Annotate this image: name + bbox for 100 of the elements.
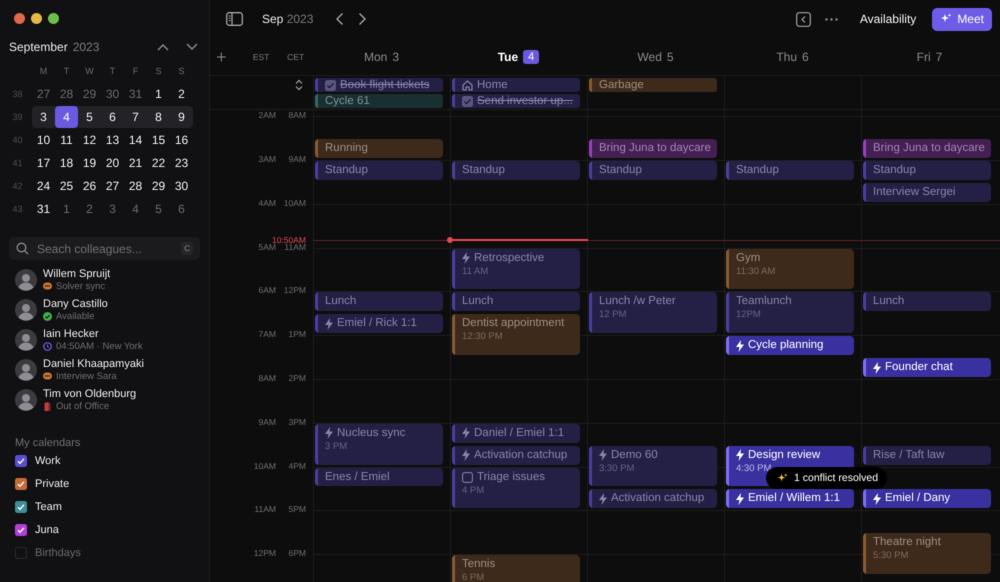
- calendar-event[interactable]: Standup: [726, 160, 854, 180]
- colleague-name[interactable]: Daniel Khaapamyaki: [43, 358, 144, 370]
- calendar-day[interactable]: 29: [147, 174, 170, 196]
- calendar-day[interactable]: 11: [55, 128, 78, 150]
- calendar-day[interactable]: 9: [170, 106, 193, 128]
- calendar-event[interactable]: Founder chat: [863, 358, 991, 377]
- colleague-name[interactable]: Willem Spruijt: [43, 268, 110, 280]
- weekday-label[interactable]: Mon: [364, 50, 388, 64]
- search-bar[interactable]: Seach colleagues... C: [9, 237, 200, 260]
- calendar-day[interactable]: 18: [55, 152, 78, 174]
- calendar-day[interactable]: 1: [55, 198, 78, 220]
- calendar-day[interactable]: 31: [124, 82, 147, 104]
- weekday-label[interactable]: Wed: [637, 50, 662, 64]
- calendar-day[interactable]: 27: [101, 174, 124, 196]
- calendar-event[interactable]: Theatre night 5:30 PM: [863, 533, 991, 574]
- calendar-event[interactable]: Rise / Taft law: [863, 446, 991, 465]
- calendar-event[interactable]: Lunch: [863, 292, 991, 312]
- calendar-day[interactable]: 3: [32, 106, 55, 128]
- calendar-day[interactable]: 8: [147, 106, 170, 128]
- weekday-label[interactable]: Thu: [776, 50, 797, 64]
- colleague-name[interactable]: Dany Castillo: [43, 298, 108, 310]
- calendar-event[interactable]: Retrospective 11 AM: [452, 248, 580, 290]
- more-icon[interactable]: [824, 18, 838, 20]
- colleague-name[interactable]: Iain Hecker: [43, 328, 143, 340]
- calendar-checkbox[interactable]: [15, 500, 27, 512]
- calendar-day[interactable]: 29: [78, 82, 101, 104]
- calendar-event[interactable]: Activation catchup: [452, 446, 580, 465]
- calendar-event[interactable]: Daniel / Emiel 1:1: [452, 424, 580, 443]
- close-window-button[interactable]: [14, 13, 25, 24]
- add-icon[interactable]: [217, 52, 226, 62]
- calendar-event[interactable]: Teamlunch 12PM: [726, 292, 854, 334]
- calendar-day[interactable]: 1: [147, 82, 170, 104]
- calendar-day[interactable]: 28: [55, 82, 78, 104]
- calendar-event[interactable]: Activation catchup: [589, 489, 717, 508]
- calendar-day[interactable]: 10: [32, 128, 55, 150]
- calendar-checkbox[interactable]: [15, 454, 27, 466]
- calendar-day[interactable]: 25: [55, 174, 78, 196]
- date-label[interactable]: 5: [666, 50, 674, 64]
- calendar-event[interactable]: Lunch: [315, 292, 443, 312]
- calendar-event[interactable]: Lunch: [452, 292, 580, 312]
- calendar-event[interactable]: Demo 60 3:30 PM: [589, 446, 717, 486]
- date-badge[interactable]: 4: [523, 50, 540, 64]
- calendar-event[interactable]: Nucleus sync 3 PM: [315, 424, 443, 465]
- calendar-checkbox[interactable]: [15, 478, 27, 490]
- calendar-day[interactable]: 17: [32, 152, 55, 174]
- availability-button[interactable]: Availability: [854, 8, 922, 30]
- all-day-event[interactable]: Garbage: [589, 78, 717, 92]
- calendar-event[interactable]: Standup: [589, 160, 717, 180]
- calendar-event[interactable]: Triage issues 4 PM: [452, 468, 580, 508]
- calendar-event[interactable]: Emiel / Dany: [863, 489, 991, 508]
- chevron-up-icon[interactable]: [157, 43, 169, 51]
- calendar-day[interactable]: 27: [32, 82, 55, 104]
- calendar-event[interactable]: Bring Juna to daycare: [589, 139, 717, 158]
- calendar-day[interactable]: 5: [147, 198, 170, 220]
- calendar-event[interactable]: Standup: [452, 160, 580, 180]
- checkbox-icon[interactable]: [462, 472, 473, 483]
- weekday-label[interactable]: Tue: [498, 50, 518, 64]
- checked-box-icon[interactable]: [462, 96, 473, 106]
- calendar-checkbox[interactable]: [15, 524, 27, 536]
- calendar-day[interactable]: 21: [124, 152, 147, 174]
- calendar-checkbox[interactable]: [15, 546, 27, 558]
- chevron-down-icon[interactable]: [186, 43, 198, 51]
- date-label[interactable]: 7: [936, 50, 942, 64]
- calendar-event[interactable]: Gym 11:30 AM: [726, 248, 854, 290]
- calendar-day[interactable]: 5: [78, 106, 101, 128]
- minimize-window-button[interactable]: [31, 13, 42, 24]
- calendar-event[interactable]: Dentist appointment 12:30 PM: [452, 314, 580, 356]
- calendar-day[interactable]: 2: [78, 198, 101, 220]
- calendar-event[interactable]: Standup: [863, 160, 991, 180]
- calendar-day[interactable]: 30: [170, 174, 193, 196]
- calendar-day[interactable]: 28: [124, 174, 147, 196]
- all-day-event[interactable]: Send investor up...: [452, 94, 580, 108]
- checked-box-icon[interactable]: [325, 80, 336, 90]
- calendar-day[interactable]: 30: [101, 82, 124, 104]
- calendar-day[interactable]: 14: [124, 128, 147, 150]
- calendar-day[interactable]: 23: [170, 152, 193, 174]
- calendar-day[interactable]: 4: [124, 198, 147, 220]
- sidebar-toggle-icon[interactable]: [226, 12, 243, 26]
- calendar-event[interactable]: Lunch /w Peter 12 PM: [589, 292, 717, 334]
- all-day-event[interactable]: Cycle 61: [315, 94, 443, 108]
- calendar-day[interactable]: 3: [101, 198, 124, 220]
- search-input[interactable]: Seach colleagues...: [37, 242, 174, 256]
- next-icon[interactable]: [358, 12, 368, 26]
- date-label[interactable]: 3: [392, 50, 400, 64]
- calendar-day[interactable]: 12: [78, 128, 101, 150]
- calendar-event[interactable]: Tennis 6 PM: [452, 555, 580, 582]
- calendar-event[interactable]: Cycle planning: [726, 336, 854, 356]
- all-day-event[interactable]: Book flight tickets: [315, 78, 443, 92]
- all-day-event[interactable]: Home: [452, 78, 580, 92]
- calendar-day[interactable]: 6: [170, 198, 193, 220]
- calendar-day[interactable]: 19: [78, 152, 101, 174]
- calendar-event[interactable]: Enes / Emiel: [315, 468, 443, 486]
- calendar-day[interactable]: 22: [147, 152, 170, 174]
- panel-collapse-icon[interactable]: [796, 12, 811, 26]
- calendar-event[interactable]: Emiel / Rick 1:1: [315, 314, 443, 334]
- date-label[interactable]: 6: [802, 50, 809, 64]
- weekday-label[interactable]: Fri: [916, 50, 931, 64]
- calendar-day[interactable]: 6: [101, 106, 124, 128]
- calendar-event[interactable]: Interview Sergei: [863, 182, 991, 202]
- calendar-day[interactable]: 20: [101, 152, 124, 174]
